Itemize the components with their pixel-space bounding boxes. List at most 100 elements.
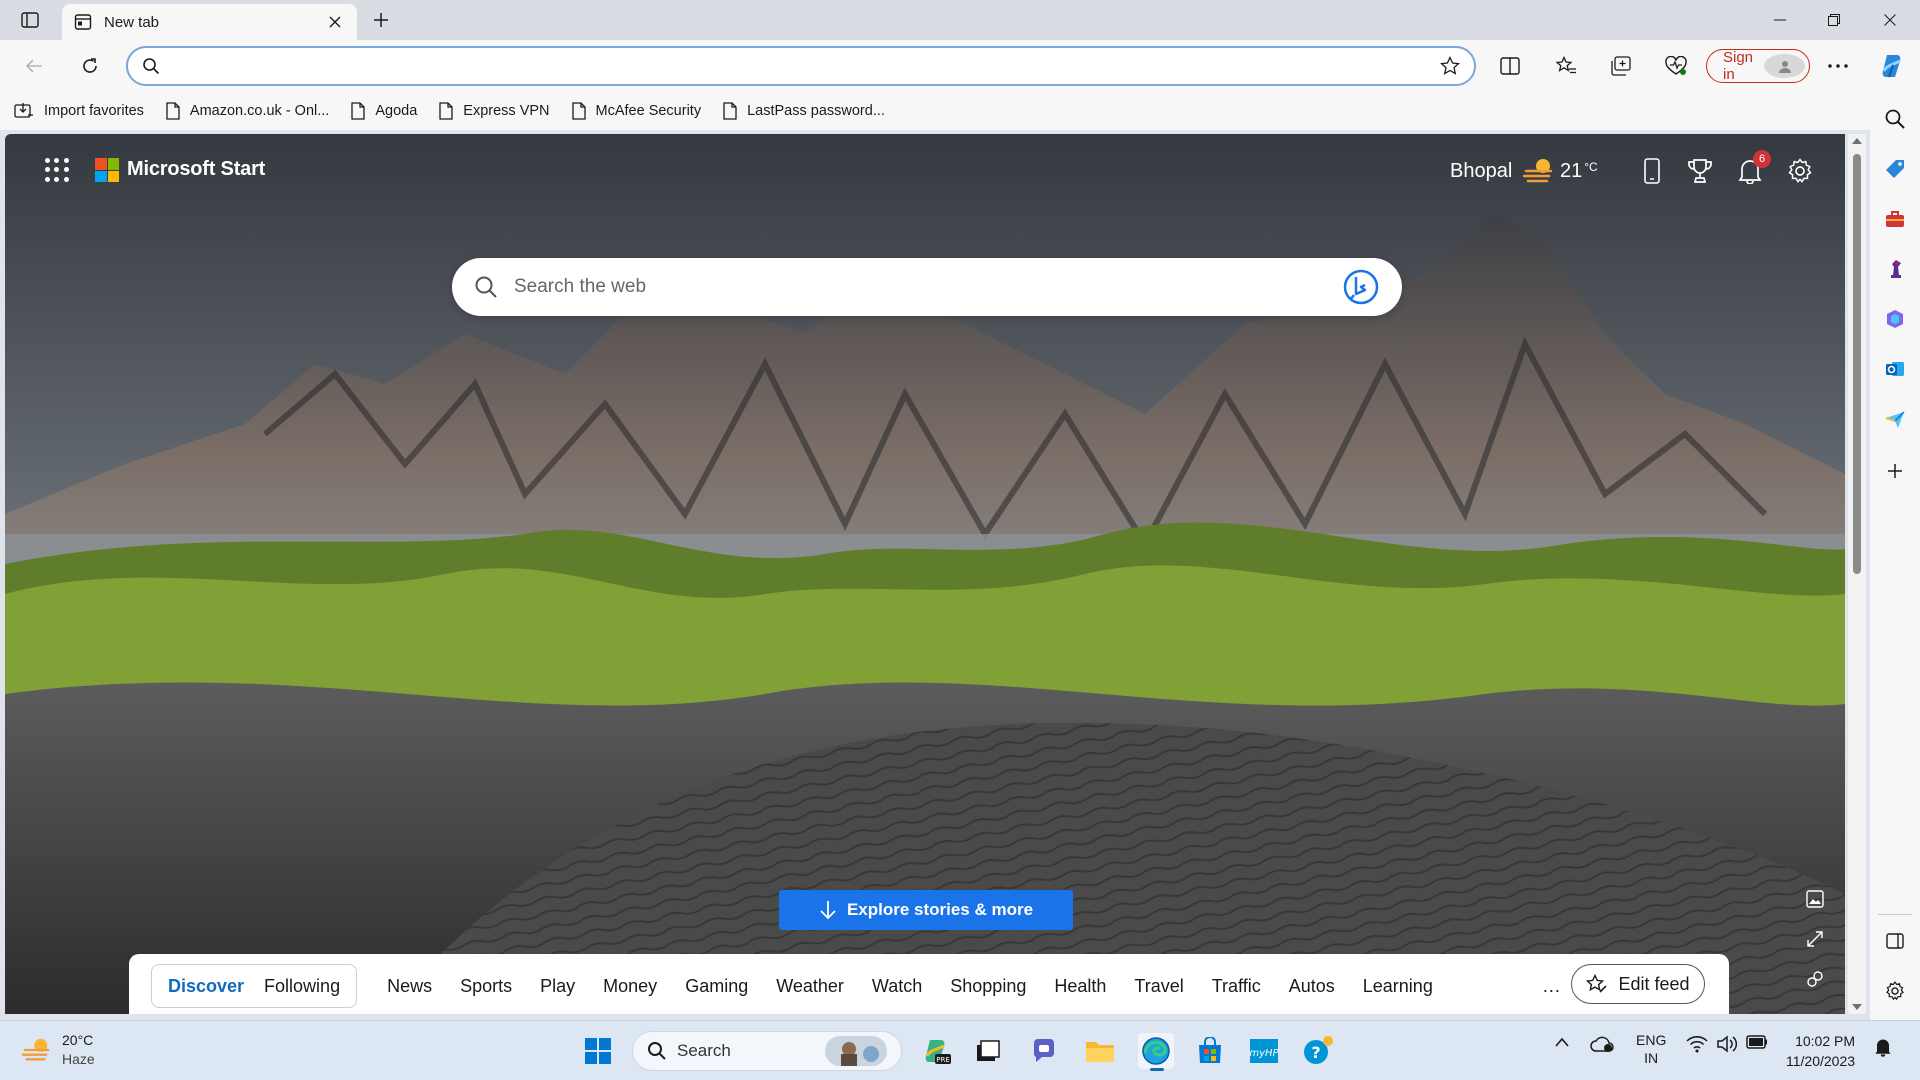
system-clock[interactable]: 10:02 PM 11/20/2023 xyxy=(1786,1031,1855,1071)
tab-money[interactable]: Money xyxy=(603,976,657,997)
sidebar-games-icon[interactable] xyxy=(1882,256,1908,282)
favorite-agoda[interactable]: Agoda xyxy=(351,102,417,120)
close-window-button[interactable] xyxy=(1862,0,1918,40)
tab-autos[interactable]: Autos xyxy=(1289,976,1335,997)
address-input[interactable] xyxy=(174,57,1440,75)
page-scrollbar[interactable] xyxy=(1848,134,1866,1014)
scroll-up-icon[interactable] xyxy=(1852,138,1862,144)
favorite-amazon[interactable]: Amazon.co.uk - Onl... xyxy=(166,102,329,120)
restore-button[interactable] xyxy=(1806,0,1862,40)
refresh-button[interactable] xyxy=(72,48,108,84)
sidebar-add-icon[interactable] xyxy=(1882,458,1908,484)
favorites-icon[interactable] xyxy=(1550,50,1582,82)
favorite-lastpass[interactable]: LastPass password... xyxy=(723,102,885,120)
teams-chat-icon[interactable] xyxy=(1026,1033,1062,1069)
taskbar-copilot-preview-icon[interactable]: PRE xyxy=(918,1033,954,1069)
favorites-bar: Import favorites Amazon.co.uk - Onl... A… xyxy=(0,92,1920,130)
tab-travel[interactable]: Travel xyxy=(1134,976,1183,997)
weather-city[interactable]: Bhopal xyxy=(1450,160,1512,183)
tab-close-icon[interactable] xyxy=(325,12,345,32)
tab-gaming[interactable]: Gaming xyxy=(685,976,748,997)
sidebar-hide-icon[interactable] xyxy=(1882,928,1908,954)
haze-weather-icon[interactable] xyxy=(1522,156,1555,191)
start-button-icon[interactable] xyxy=(580,1033,616,1069)
myhp-icon[interactable]: myHP xyxy=(1246,1033,1282,1069)
tab-following[interactable]: Following xyxy=(254,976,350,997)
feed-more-button[interactable]: ... xyxy=(1543,976,1561,997)
new-tab-button[interactable] xyxy=(366,6,396,34)
brand-title[interactable]: Microsoft Start xyxy=(127,158,265,181)
tab-traffic[interactable]: Traffic xyxy=(1212,976,1261,997)
tab-learning[interactable]: Learning xyxy=(1363,976,1433,997)
scroll-thumb[interactable] xyxy=(1853,154,1861,574)
sidebar-tools-icon[interactable] xyxy=(1882,206,1908,232)
page-settings-gear-icon[interactable] xyxy=(1785,156,1815,186)
file-explorer-icon[interactable] xyxy=(1082,1033,1118,1069)
web-search-input[interactable] xyxy=(514,276,1342,298)
expand-icon[interactable] xyxy=(1802,926,1828,952)
hp-support-assistant-icon[interactable]: ? xyxy=(1300,1033,1336,1069)
input-language-indicator[interactable]: ENG IN xyxy=(1636,1031,1666,1067)
image-info-icon[interactable] xyxy=(1802,966,1828,992)
tab-news[interactable]: News xyxy=(387,976,432,997)
background-image-icon[interactable] xyxy=(1802,886,1828,912)
tab-watch[interactable]: Watch xyxy=(872,976,922,997)
tab-shopping[interactable]: Shopping xyxy=(950,976,1026,997)
sidebar-shopping-tag-icon[interactable] xyxy=(1882,156,1908,182)
back-button[interactable] xyxy=(16,48,52,84)
taskbar-search-label: Search xyxy=(677,1041,731,1060)
favorite-star-icon[interactable] xyxy=(1440,56,1460,76)
notification-center-bell-icon[interactable] xyxy=(1874,1037,1892,1060)
tab-discover[interactable]: Discover xyxy=(158,976,254,997)
feed-navigation: Discover Following News Sports Play Mone… xyxy=(129,954,1729,1014)
volume-icon[interactable] xyxy=(1716,1035,1738,1056)
rewards-trophy-icon[interactable] xyxy=(1685,156,1715,186)
split-screen-icon[interactable] xyxy=(1494,50,1526,82)
edge-browser-icon[interactable] xyxy=(1138,1033,1174,1071)
sidebar-microsoft365-icon[interactable] xyxy=(1882,306,1908,332)
browser-essentials-icon[interactable] xyxy=(1660,50,1692,82)
favorite-express-vpn[interactable]: Express VPN xyxy=(439,102,550,120)
favorite-mcafee[interactable]: McAfee Security xyxy=(571,102,701,120)
minimize-button[interactable] xyxy=(1752,0,1808,40)
explore-stories-button[interactable]: Explore stories & more xyxy=(779,890,1073,930)
battery-icon[interactable] xyxy=(1746,1035,1768,1052)
tab-weather[interactable]: Weather xyxy=(776,976,844,997)
show-hidden-icons-chevron-icon[interactable] xyxy=(1554,1035,1570,1051)
tab-new-tab[interactable]: New tab xyxy=(62,4,357,40)
scroll-down-icon[interactable] xyxy=(1852,1004,1862,1010)
app-launcher-icon[interactable] xyxy=(45,158,69,182)
tab-health[interactable]: Health xyxy=(1054,976,1106,997)
edit-feed-button[interactable]: Edit feed xyxy=(1571,964,1705,1004)
microsoft-store-icon[interactable] xyxy=(1192,1033,1228,1069)
address-bar[interactable] xyxy=(126,46,1476,86)
phone-icon[interactable] xyxy=(1637,156,1667,186)
sidebar-outlook-icon[interactable] xyxy=(1882,356,1908,382)
weather-temperature[interactable]: 21 °C xyxy=(1560,160,1598,183)
sign-in-button[interactable]: Sign in xyxy=(1706,49,1810,83)
tab-play[interactable]: Play xyxy=(540,976,575,997)
favorite-import[interactable]: Import favorites xyxy=(14,102,144,120)
sidebar-search-icon[interactable] xyxy=(1882,106,1908,132)
edit-feed-label: Edit feed xyxy=(1618,973,1690,994)
taskbar-weather-widget[interactable]: 20°C Haze xyxy=(22,1031,95,1069)
taskbar-search[interactable]: Search xyxy=(632,1031,902,1071)
notifications-bell-icon[interactable]: 6 xyxy=(1735,150,1771,186)
copilot-icon[interactable] xyxy=(1876,50,1908,82)
avatar xyxy=(1764,54,1805,78)
sign-in-label: Sign in xyxy=(1723,49,1754,83)
settings-more-icon[interactable] xyxy=(1822,50,1854,82)
sidebar-settings-icon[interactable] xyxy=(1882,978,1908,1004)
tab-sports[interactable]: Sports xyxy=(460,976,512,997)
language-region: IN xyxy=(1644,1050,1659,1066)
task-view-icon[interactable] xyxy=(970,1033,1006,1069)
tab-actions-icon[interactable] xyxy=(14,7,46,33)
bing-chat-icon[interactable] xyxy=(1342,268,1380,306)
language-code: ENG xyxy=(1636,1032,1667,1048)
new-tab-page: Microsoft Start Bhopal 21°C 6 Explore st… xyxy=(5,134,1845,1014)
wifi-icon[interactable] xyxy=(1686,1035,1708,1056)
collections-icon[interactable] xyxy=(1605,50,1637,82)
web-search-box[interactable] xyxy=(452,258,1402,316)
onedrive-sync-icon[interactable] xyxy=(1590,1035,1614,1056)
sidebar-drop-icon[interactable] xyxy=(1882,406,1908,432)
